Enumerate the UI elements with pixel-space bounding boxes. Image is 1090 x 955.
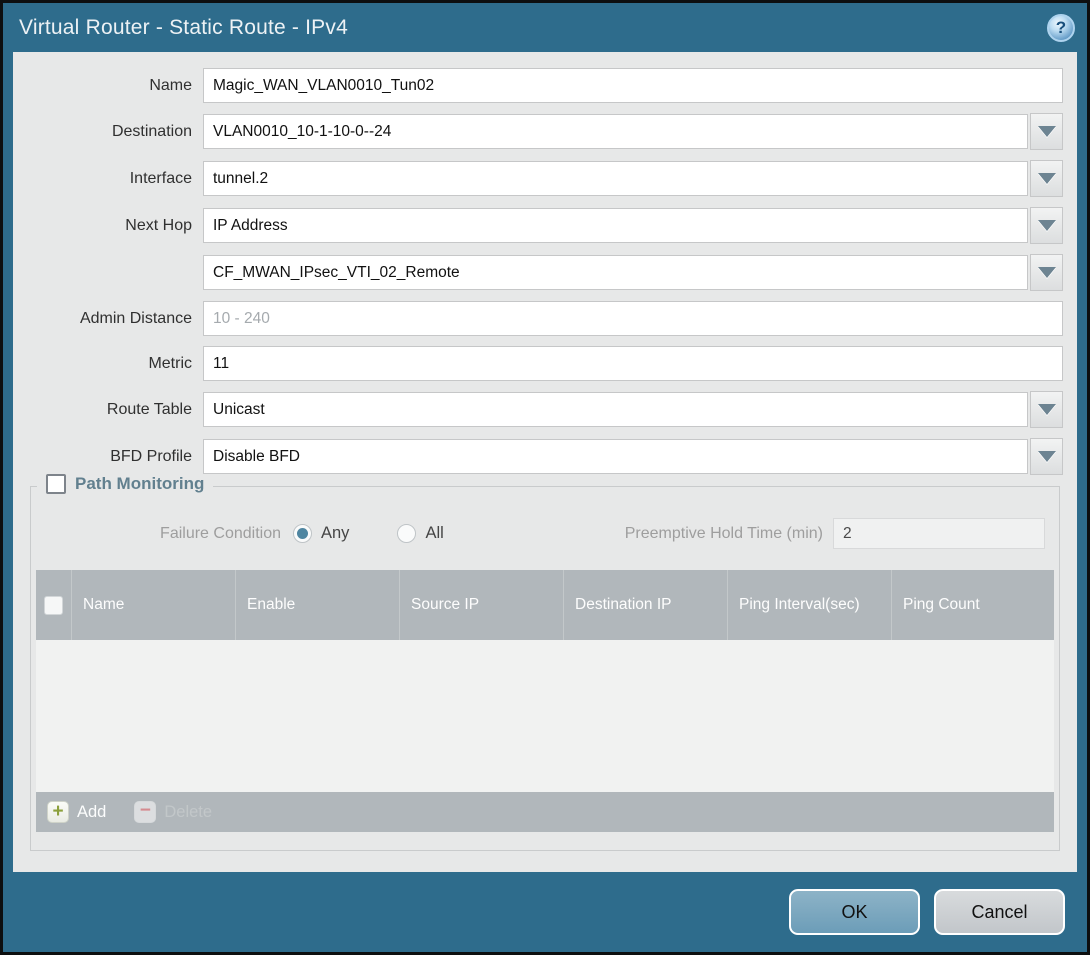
admin-distance-input[interactable] (203, 301, 1063, 336)
dialog-content: Name Destination Interface (13, 52, 1077, 872)
next-hop-address-dropdown-button[interactable] (1030, 254, 1063, 291)
form-row-interface: Interface (13, 160, 1077, 197)
table-body-empty (36, 640, 1054, 792)
next-hop-type-input[interactable] (203, 208, 1028, 243)
chevron-down-icon (1038, 220, 1056, 231)
form-row-name: Name (13, 68, 1077, 103)
interface-input[interactable] (203, 161, 1028, 196)
radio-any-label: Any (321, 524, 349, 543)
dialog-frame: Virtual Router - Static Route - IPv4 ? N… (3, 3, 1087, 952)
preemptive-hold-time-label: Preemptive Hold Time (min) (444, 525, 833, 543)
failure-condition-radio-group: Any All (293, 524, 444, 543)
destination-label: Destination (13, 123, 203, 141)
footer-bar: OK Cancel (3, 872, 1087, 952)
chevron-down-icon (1038, 451, 1056, 462)
admin-distance-label: Admin Distance (13, 310, 203, 328)
chevron-down-icon (1038, 126, 1056, 137)
radio-any[interactable] (293, 524, 312, 543)
add-button[interactable]: + Add (47, 801, 106, 823)
radio-all-label: All (425, 524, 443, 543)
next-hop-type-dropdown-button[interactable] (1030, 207, 1063, 244)
path-monitoring-title: Path Monitoring (75, 474, 204, 494)
chevron-down-icon (1038, 173, 1056, 184)
column-header-name[interactable]: Name (72, 570, 236, 640)
bfd-profile-input[interactable] (203, 439, 1028, 474)
cancel-button[interactable]: Cancel (934, 889, 1065, 935)
table-toolbar: + Add − Delete (36, 792, 1054, 832)
radio-selected-dot (297, 528, 308, 539)
form-row-admin-distance: Admin Distance (13, 301, 1077, 336)
column-header-ping-interval[interactable]: Ping Interval(sec) (728, 570, 892, 640)
failure-condition-label: Failure Condition (31, 525, 293, 543)
preemptive-hold-time-input[interactable] (833, 518, 1045, 549)
dialog-title: Virtual Router - Static Route - IPv4 (19, 16, 348, 40)
interface-dropdown-button[interactable] (1030, 160, 1063, 197)
form-row-metric: Metric (13, 346, 1077, 381)
delete-button-label: Delete (164, 803, 212, 822)
route-table-input[interactable] (203, 392, 1028, 427)
column-header-ping-count[interactable]: Ping Count (892, 570, 1054, 640)
metric-input[interactable] (203, 346, 1063, 381)
select-all-checkbox[interactable] (44, 596, 63, 615)
metric-label: Metric (13, 355, 203, 373)
column-header-source-ip[interactable]: Source IP (400, 570, 564, 640)
bfd-profile-dropdown-button[interactable] (1030, 438, 1063, 475)
next-hop-label: Next Hop (13, 217, 203, 235)
dialog-virtual-router-static-route: Virtual Router - Static Route - IPv4 ? N… (0, 0, 1090, 955)
next-hop-address-input[interactable] (203, 255, 1028, 290)
column-header-enable[interactable]: Enable (236, 570, 400, 640)
name-input[interactable] (203, 68, 1063, 103)
path-monitoring-checkbox[interactable] (46, 474, 66, 494)
path-monitoring-legend: Path Monitoring (37, 474, 213, 494)
destination-input[interactable] (203, 114, 1028, 149)
path-monitoring-table: Name Enable Source IP Destination IP Pin… (36, 570, 1054, 832)
form-row-next-hop-address (13, 254, 1077, 291)
interface-label: Interface (13, 170, 203, 188)
route-table-label: Route Table (13, 401, 203, 419)
form-row-next-hop: Next Hop (13, 207, 1077, 244)
radio-all[interactable] (397, 524, 416, 543)
table-header-row: Name Enable Source IP Destination IP Pin… (36, 570, 1054, 640)
name-label: Name (13, 77, 203, 95)
delete-button[interactable]: − Delete (134, 801, 212, 823)
destination-dropdown-button[interactable] (1030, 113, 1063, 150)
form-row-bfd-profile: BFD Profile (13, 438, 1077, 475)
ok-button[interactable]: OK (789, 889, 920, 935)
failure-condition-row: Failure Condition Any All Preemptive Hol… (31, 518, 1059, 549)
delete-minus-icon: − (134, 801, 156, 823)
title-bar: Virtual Router - Static Route - IPv4 ? (3, 3, 1087, 52)
table-header-checkbox-cell (36, 570, 72, 640)
bfd-profile-label: BFD Profile (13, 448, 203, 466)
chevron-down-icon (1038, 404, 1056, 415)
column-header-destination-ip[interactable]: Destination IP (564, 570, 728, 640)
form-row-route-table: Route Table (13, 391, 1077, 428)
route-table-dropdown-button[interactable] (1030, 391, 1063, 428)
path-monitoring-section: Path Monitoring Failure Condition Any Al… (30, 486, 1060, 851)
add-plus-icon: + (47, 801, 69, 823)
help-icon[interactable]: ? (1047, 14, 1075, 42)
chevron-down-icon (1038, 267, 1056, 278)
form-row-destination: Destination (13, 113, 1077, 150)
add-button-label: Add (77, 803, 106, 822)
